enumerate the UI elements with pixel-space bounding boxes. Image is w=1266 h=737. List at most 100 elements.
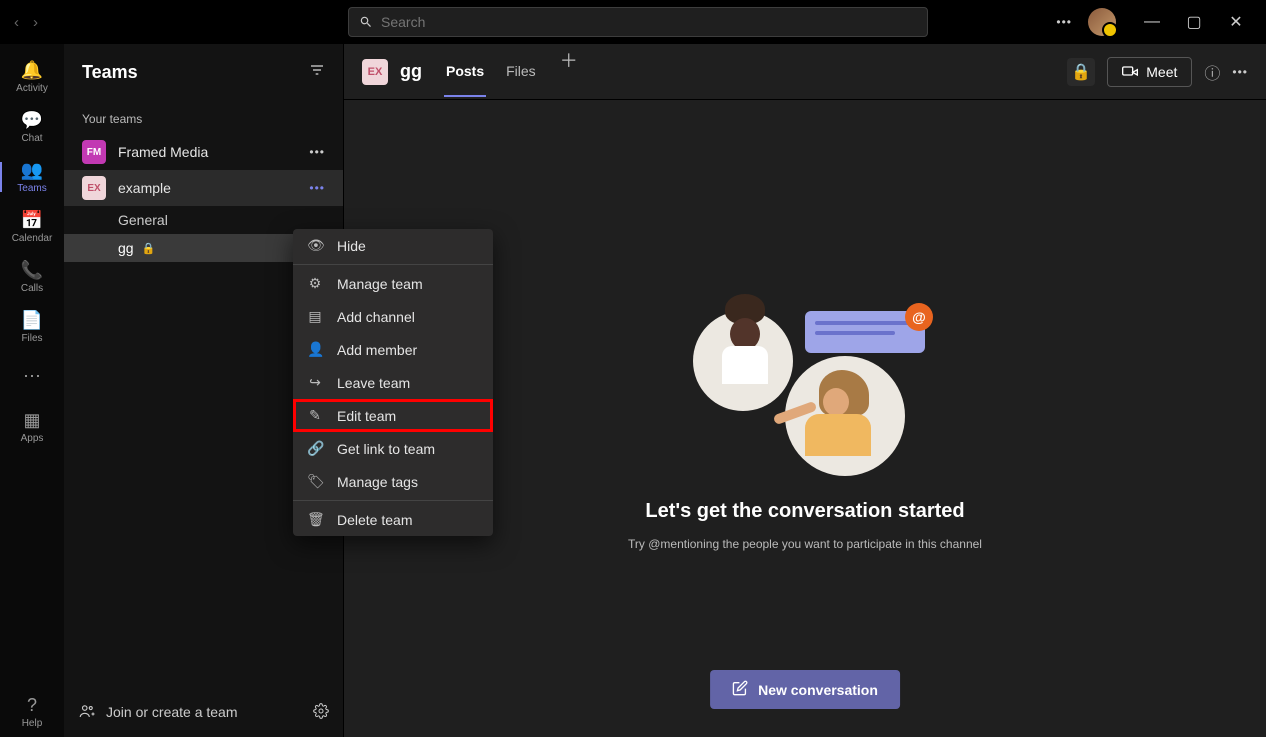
tabs: Posts Files ＋	[444, 47, 578, 97]
ctx-separator	[293, 500, 493, 501]
nav-back-icon[interactable]: ‹	[10, 10, 23, 35]
channel-name: General	[118, 212, 168, 228]
eye-off-icon: 👁	[307, 237, 323, 254]
ctx-edit-team[interactable]: ✎ Edit team	[293, 399, 493, 432]
rail-files[interactable]: 📄Files	[5, 302, 59, 352]
lock-icon: 🔒	[142, 242, 156, 255]
files-icon: 📄	[21, 310, 43, 331]
team-row-example[interactable]: EX example •••	[64, 170, 343, 206]
settings-more-icon[interactable]: •••	[1056, 15, 1072, 29]
ctx-manage-tags[interactable]: 🏷 Manage tags	[293, 465, 493, 498]
rail-apps[interactable]: ▦Apps	[5, 402, 59, 452]
ctx-label: Add member	[337, 342, 417, 358]
nav-forward-icon[interactable]: ›	[29, 10, 42, 35]
titlebar: ‹ › ••• — ▢ ✕	[0, 0, 1266, 44]
tab-files[interactable]: Files	[504, 47, 538, 97]
new-conversation-button[interactable]: New conversation	[710, 670, 900, 709]
empty-illustration: @	[685, 286, 925, 486]
more-icon: ⋯	[23, 366, 41, 387]
bell-icon: 🔔	[21, 60, 43, 81]
empty-subtitle: Try @mentioning the people you want to p…	[628, 537, 982, 551]
team-name: example	[118, 180, 171, 196]
chat-icon: 💬	[21, 110, 43, 131]
pencil-icon: ✎	[307, 407, 323, 424]
rail-label: Teams	[17, 183, 46, 194]
rail-label: Help	[22, 718, 43, 729]
gear-icon: ⚙	[307, 275, 323, 292]
rail-label: Apps	[21, 433, 44, 444]
help-icon: ?	[27, 695, 37, 716]
ctx-separator	[293, 264, 493, 265]
maximize-icon[interactable]: ▢	[1174, 7, 1214, 37]
user-avatar[interactable]	[1088, 8, 1116, 36]
teams-icon: 👥	[21, 160, 43, 181]
info-icon[interactable]: ⓘ	[1204, 60, 1220, 84]
ctx-add-member[interactable]: 👤 Add member	[293, 333, 493, 366]
at-badge: @	[905, 303, 933, 331]
rail-teams[interactable]: 👥 Teams	[5, 152, 59, 202]
rail-more[interactable]: ⋯	[5, 352, 59, 402]
new-conv-label: New conversation	[758, 682, 878, 698]
join-team-icon[interactable]	[78, 702, 96, 723]
channel-title: gg	[400, 61, 422, 82]
add-channel-icon: ▤	[307, 308, 323, 325]
rail-calendar[interactable]: 📅 Calendar	[5, 202, 59, 252]
rail-label: Calls	[21, 283, 43, 294]
rail-calls[interactable]: 📞Calls	[5, 252, 59, 302]
rail-chat[interactable]: 💬Chat	[5, 102, 59, 152]
team-avatar: EX	[82, 176, 106, 200]
lock-icon[interactable]: 🔒	[1067, 58, 1095, 86]
meet-button[interactable]: Meet	[1107, 57, 1192, 87]
channel-header: EX gg Posts Files ＋ 🔒 Meet ⓘ •••	[344, 44, 1266, 100]
search-icon	[359, 15, 373, 29]
ctx-label: Hide	[337, 238, 366, 254]
calendar-icon: 📅	[21, 210, 43, 231]
ctx-label: Delete team	[337, 512, 412, 528]
team-more-icon[interactable]: •••	[309, 145, 325, 159]
ctx-add-channel[interactable]: ▤Add channel	[293, 300, 493, 333]
ctx-label: Manage tags	[337, 474, 418, 490]
team-avatar: FM	[82, 140, 106, 164]
window-controls: — ▢ ✕	[1132, 7, 1256, 37]
rail-label: Calendar	[12, 233, 53, 244]
teams-header: Teams	[64, 44, 343, 100]
leave-icon: ↪	[307, 374, 323, 391]
ctx-leave-team[interactable]: ↪ Leave team	[293, 366, 493, 399]
meet-label: Meet	[1146, 64, 1177, 80]
ctx-label: Leave team	[337, 375, 410, 391]
channel-header-right: 🔒 Meet ⓘ •••	[1067, 57, 1248, 87]
empty-title: Let's get the conversation started	[645, 500, 964, 523]
channel-avatar: EX	[362, 59, 388, 85]
rail-help[interactable]: ? Help	[5, 687, 59, 737]
tag-icon: 🏷	[307, 473, 323, 490]
titlebar-right: ••• — ▢ ✕	[1056, 7, 1256, 37]
search-input[interactable]	[381, 14, 917, 30]
ctx-delete-team[interactable]: 🗑 Delete team	[293, 503, 493, 536]
ctx-label: Get link to team	[337, 441, 435, 457]
rail-label: Activity	[16, 83, 48, 94]
ctx-get-link[interactable]: 🔗 Get link to team	[293, 432, 493, 465]
gear-icon[interactable]	[313, 703, 329, 722]
panel-footer: Join or create a team	[64, 687, 343, 737]
ctx-hide[interactable]: 👁 Hide	[293, 229, 493, 262]
link-icon: 🔗	[307, 440, 323, 457]
team-row-framed-media[interactable]: FM Framed Media •••	[64, 134, 343, 170]
close-icon[interactable]: ✕	[1216, 7, 1256, 37]
nav-arrows: ‹ ›	[10, 10, 42, 35]
ctx-label: Edit team	[337, 408, 396, 424]
minimize-icon[interactable]: —	[1132, 7, 1172, 37]
team-more-icon[interactable]: •••	[309, 181, 325, 195]
section-label: Your teams	[64, 104, 343, 134]
ctx-manage-team[interactable]: ⚙Manage team	[293, 267, 493, 300]
add-member-icon: 👤	[307, 341, 323, 358]
video-icon	[1122, 64, 1138, 80]
app-rail: 🔔Activity 💬Chat 👥Teams 📅Calendar 📞Calls …	[0, 44, 64, 737]
add-tab-icon[interactable]: ＋	[560, 47, 578, 97]
channel-more-icon[interactable]: •••	[1232, 65, 1248, 79]
rail-activity[interactable]: 🔔 Activity	[5, 52, 59, 102]
search-box[interactable]	[348, 7, 928, 37]
join-team-label[interactable]: Join or create a team	[106, 704, 238, 720]
trash-icon: 🗑	[307, 511, 323, 528]
tab-posts[interactable]: Posts	[444, 47, 486, 97]
filter-icon[interactable]	[309, 62, 325, 83]
